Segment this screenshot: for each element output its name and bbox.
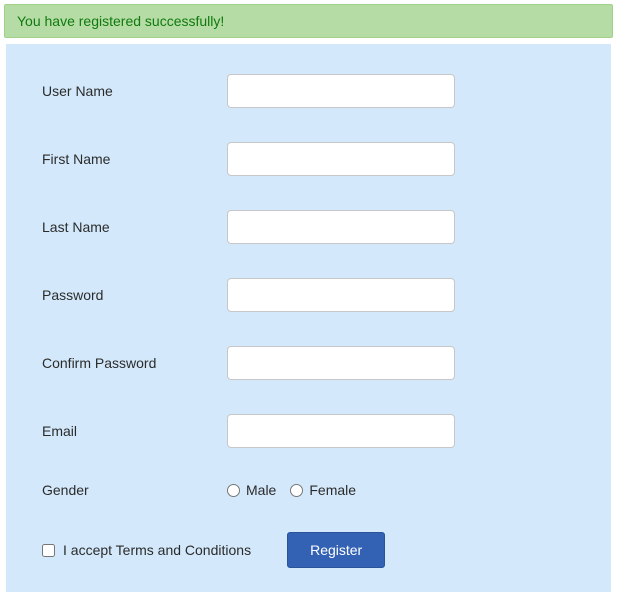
form-row-firstname: First Name <box>42 142 575 176</box>
firstname-input[interactable] <box>227 142 455 176</box>
register-button[interactable]: Register <box>287 532 385 568</box>
form-row-gender: Gender Male Female <box>42 482 575 498</box>
gender-radio-group: Male Female <box>227 482 356 498</box>
gender-male-label: Male <box>246 482 276 498</box>
success-message: You have registered successfully! <box>17 13 224 29</box>
username-label: User Name <box>42 83 227 99</box>
password-label: Password <box>42 287 227 303</box>
form-row-username: User Name <box>42 74 575 108</box>
username-input[interactable] <box>227 74 455 108</box>
gender-option-male: Male <box>227 482 276 498</box>
form-row-confirm-password: Confirm Password <box>42 346 575 380</box>
gender-radio-male[interactable] <box>227 484 240 497</box>
terms-checkbox[interactable] <box>42 544 55 557</box>
success-banner: You have registered successfully! <box>4 4 613 38</box>
confirm-password-input[interactable] <box>227 346 455 380</box>
gender-female-label: Female <box>309 482 356 498</box>
email-input[interactable] <box>227 414 455 448</box>
registration-form: User Name First Name Last Name Password … <box>6 44 611 592</box>
form-row-lastname: Last Name <box>42 210 575 244</box>
password-input[interactable] <box>227 278 455 312</box>
terms-label: I accept Terms and Conditions <box>63 542 251 558</box>
firstname-label: First Name <box>42 151 227 167</box>
gender-radio-female[interactable] <box>290 484 303 497</box>
form-row-email: Email <box>42 414 575 448</box>
lastname-input[interactable] <box>227 210 455 244</box>
gender-option-female: Female <box>290 482 356 498</box>
form-row-terms: I accept Terms and Conditions Register <box>42 532 575 568</box>
gender-label: Gender <box>42 482 227 498</box>
lastname-label: Last Name <box>42 219 227 235</box>
form-row-password: Password <box>42 278 575 312</box>
confirm-password-label: Confirm Password <box>42 355 227 371</box>
email-label: Email <box>42 423 227 439</box>
